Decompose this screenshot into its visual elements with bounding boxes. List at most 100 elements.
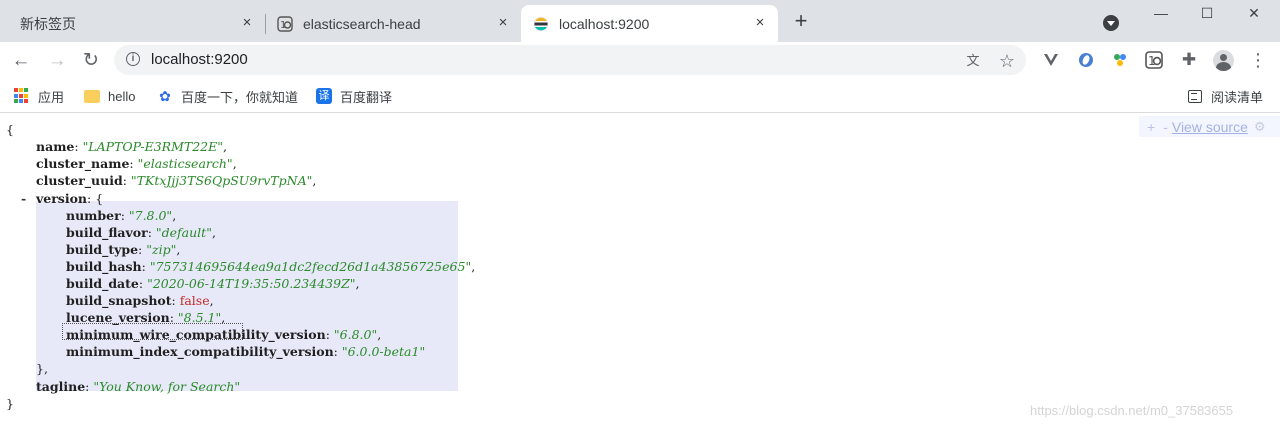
bookmarks-bar: 应用 hello ✿ 百度一下，你就知道 译 百度翻译 阅读清单: [0, 79, 1280, 113]
json-key: name: [36, 139, 75, 154]
extension-o-icon[interactable]: [1077, 51, 1095, 69]
json-string-value: "757314695644ea9a1dc2fecd26d1a43856725e6…: [149, 259, 472, 274]
close-icon[interactable]: ×: [239, 15, 255, 31]
json-close-brace: }: [36, 361, 44, 376]
json-key: cluster_name: [36, 156, 130, 171]
json-row-min-index-version: minimum_index_compatibility_version: "6.…: [66, 344, 426, 359]
json-key: number: [66, 208, 121, 223]
tab-title: 新标签页: [20, 15, 76, 32]
tab-localhost-9200[interactable]: localhost:9200 ×: [521, 5, 778, 42]
json-row-build-type: build_type: "zip",: [66, 242, 181, 257]
elasticsearch-favicon-icon: [533, 16, 549, 31]
gear-icon[interactable]: ⚙: [1254, 119, 1266, 135]
maximize-button[interactable]: ☐: [1192, 4, 1222, 22]
bookmark-label: 百度翻译: [340, 89, 393, 105]
json-row-lucene-version: lucene_version: "8.5.1",: [66, 310, 226, 325]
browser-toolbar: ← → ↻ i localhost:9200 文 ☆ 1 ✚ ⋮: [0, 42, 1280, 79]
forward-button[interactable]: →: [46, 50, 68, 72]
menu-icon[interactable]: ⋮: [1249, 51, 1267, 69]
json-key: minimum_wire_compatibility_version: [66, 327, 326, 342]
reading-list-label: 阅读清单: [1211, 89, 1264, 105]
profile-avatar[interactable]: [1213, 50, 1234, 71]
json-viewer-toolbar: + - View source ⚙: [1139, 116, 1280, 137]
json-key: cluster_uuid: [36, 173, 123, 188]
bookmark-label: 应用: [38, 89, 65, 105]
extension-puzzle-color-icon[interactable]: [1111, 51, 1129, 69]
json-row-build-flavor: build_flavor: "default",: [66, 225, 216, 240]
folder-icon: [84, 89, 100, 103]
close-icon[interactable]: ×: [495, 15, 511, 31]
json-boolean-value: false: [179, 293, 210, 308]
json-close-brace: }: [6, 396, 14, 411]
vue-devtools-extension-icon[interactable]: [1042, 51, 1060, 69]
json-row-tagline: tagline: "You Know, for Search": [36, 379, 241, 394]
bookmark-label: hello: [108, 88, 136, 104]
version-collapse-toggle[interactable]: -: [21, 190, 26, 207]
bookmark-label: 百度一下，你就知道: [181, 89, 299, 105]
json-key: build_snapshot: [66, 293, 172, 308]
reading-list-button[interactable]: 阅读清单: [1188, 87, 1263, 105]
baidu-translate-icon: 译: [316, 88, 332, 104]
json-row-min-wire-version: minimum_wire_compatibility_version: "6.8…: [66, 327, 382, 342]
bookmark-baidu[interactable]: ✿ 百度一下，你就知道: [157, 87, 298, 105]
json-string-value: "elasticsearch": [137, 156, 233, 171]
tab-search-icon[interactable]: [1103, 15, 1119, 31]
watermark-text: https://blog.csdn.net/m0_37583655: [1030, 403, 1234, 418]
collapse-all-button[interactable]: -: [1163, 119, 1168, 135]
json-string-value: "TKtxJjj3TS6QpSU9rvTpNA": [130, 173, 313, 188]
json-string-value: "default": [155, 225, 212, 240]
json-string-value: "8.5.1": [177, 310, 222, 325]
elasticsearch-head-extension-icon[interactable]: 1: [1145, 51, 1163, 69]
json-string-value: "6.0.0-beta1": [341, 344, 426, 359]
bookmark-star-icon[interactable]: ☆: [998, 52, 1016, 70]
tab-strip: 新标签页 × 1 elasticsearch-head × localhost:…: [0, 0, 1280, 42]
json-key: build_date: [66, 276, 139, 291]
json-row-number: number: "7.8.0",: [66, 208, 177, 223]
tab-title: elasticsearch-head: [303, 15, 421, 32]
json-row-version: version: {: [36, 191, 104, 206]
reading-list-icon: [1188, 89, 1202, 103]
site-info-icon[interactable]: i: [126, 52, 140, 66]
bookmark-baidu-translate[interactable]: 译 百度翻译: [316, 87, 392, 105]
json-key: build_hash: [66, 259, 142, 274]
translate-icon[interactable]: 文: [964, 52, 982, 70]
json-key: build_type: [66, 242, 139, 257]
tab-new-tab[interactable]: 新标签页 ×: [0, 5, 265, 42]
close-window-button[interactable]: ✕: [1239, 4, 1269, 22]
tab-title: localhost:9200: [559, 15, 650, 32]
json-row-cluster-uuid: cluster_uuid: "TKtxJjj3TS6QpSU9rvTpNA",: [36, 173, 317, 188]
json-string-value: "6.8.0": [333, 327, 378, 342]
svg-text:1: 1: [280, 20, 286, 31]
back-button[interactable]: ←: [10, 50, 32, 72]
new-tab-button[interactable]: +: [790, 10, 812, 33]
bookmark-hello[interactable]: hello: [84, 87, 135, 105]
baidu-paw-icon: ✿: [159, 88, 171, 104]
extensions-icon[interactable]: ✚: [1180, 51, 1198, 69]
json-string-value: "2020-06-14T19:35:50.234439Z": [147, 276, 356, 291]
reload-button[interactable]: ↻: [80, 50, 102, 72]
json-key: minimum_index_compatibility_version: [66, 344, 334, 359]
elasticsearch-head-favicon-icon: 1: [277, 15, 293, 32]
json-key: tagline: [36, 379, 86, 394]
apps-icon: [14, 88, 30, 104]
json-row-cluster-name: cluster_name: "elasticsearch",: [36, 156, 237, 171]
close-icon[interactable]: ×: [752, 15, 768, 31]
bookmark-apps[interactable]: 应用: [14, 87, 64, 105]
address-bar[interactable]: i localhost:9200 文 ☆: [114, 45, 1026, 75]
page-content: + - View source ⚙ { name: "LAPTOP-E3RMT2…: [0, 113, 1280, 428]
minimize-button[interactable]: —: [1146, 4, 1176, 22]
json-string-value: "zip": [146, 242, 177, 257]
json-key: lucene_version: [66, 310, 170, 325]
tab-elasticsearch-head[interactable]: 1 elasticsearch-head ×: [265, 5, 521, 42]
svg-text:1: 1: [1148, 54, 1156, 68]
json-row-build-date: build_date: "2020-06-14T19:35:50.234439Z…: [66, 276, 360, 291]
json-version-close: },: [36, 361, 48, 376]
json-string-value: "You Know, for Search": [93, 379, 241, 394]
json-key: build_flavor: [66, 225, 148, 240]
json-row-name: name: "LAPTOP-E3RMT22E",: [36, 139, 227, 154]
expand-all-button[interactable]: +: [1147, 119, 1155, 135]
address-url[interactable]: localhost:9200: [151, 51, 248, 68]
json-row-build-hash: build_hash: "757314695644ea9a1dc2fecd26d…: [66, 259, 476, 274]
view-source-link[interactable]: View source: [1172, 119, 1248, 135]
json-row-build-snapshot: build_snapshot: false,: [66, 293, 214, 308]
